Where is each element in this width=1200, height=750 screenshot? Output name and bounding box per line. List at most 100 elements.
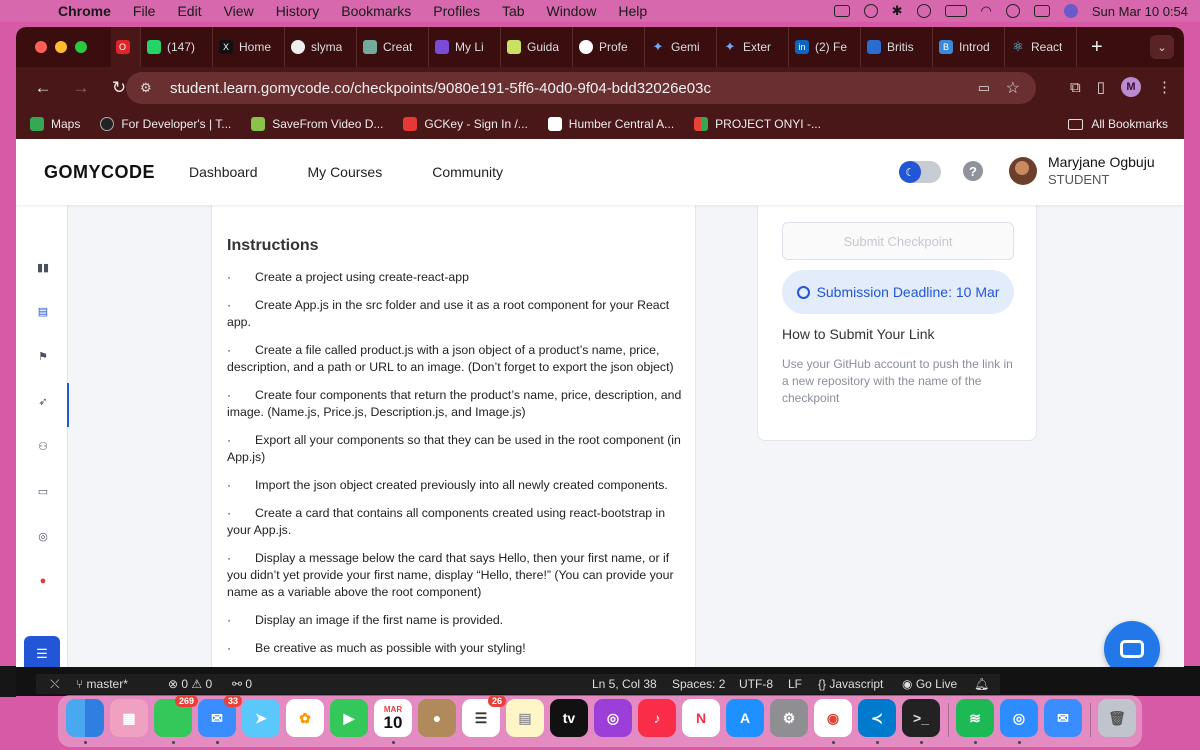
trash-icon[interactable]: 🗑︎ [1098,699,1136,737]
dark-mode-toggle[interactable]: ☾ [899,161,941,183]
tab-linkedin[interactable]: in (2) Fe [789,27,861,67]
facetime-icon[interactable]: ▶ [330,699,368,737]
avatar[interactable] [1009,157,1037,185]
tab-active[interactable]: O [111,27,141,67]
play-icon[interactable] [916,4,931,18]
tab-whatsapp[interactable]: (147) [141,27,213,67]
url-text[interactable]: student.learn.gomycode.co/checkpoints/90… [170,80,711,97]
menu-view[interactable]: View [224,3,254,19]
news-icon[interactable]: N [682,699,720,737]
menu-history[interactable]: History [276,3,320,19]
podcasts-icon[interactable]: ◎ [594,699,632,737]
mail-downloads-icon[interactable]: ✉ [1044,699,1082,737]
submit-checkpoint-button[interactable]: Submit Checkpoint [782,222,1014,260]
cursor-position[interactable]: Ln 5, Col 38 [592,677,657,691]
nav-my-courses[interactable]: My Courses [308,164,383,180]
mail-status-icon[interactable] [833,5,850,17]
extensions-icon[interactable]: ⧉ [1070,79,1081,96]
site-info-icon[interactable]: ⚙ [140,80,158,96]
bookmark-project-onyi[interactable]: PROJECT ONYI -... [694,117,821,131]
all-bookmarks[interactable]: All Bookmarks [1068,117,1168,131]
tab-guide[interactable]: Guida [501,27,573,67]
chat-support-button[interactable] [1104,621,1160,667]
vscode-icon[interactable]: ≺ [858,699,896,737]
apple-tv-icon[interactable]: tv [550,699,588,737]
tab-search-button[interactable]: ⌄ [1150,35,1174,59]
notes-icon[interactable]: ▤ [506,699,544,737]
tab-react[interactable]: ⚛ React [1005,27,1077,67]
new-tab-button[interactable]: + [1091,36,1103,59]
document-icon[interactable]: ▤ [37,305,49,318]
contacts-icon[interactable]: ● [418,699,456,737]
git-branch[interactable]: ⑂ master* [76,677,128,691]
grammarly-icon[interactable] [863,4,878,18]
wifi-icon[interactable]: ◠ [981,3,992,19]
nav-dashboard[interactable]: Dashboard [189,164,258,180]
menu-edit[interactable]: Edit [177,3,201,19]
tab-x[interactable]: X Home [213,27,285,67]
bluetooth-icon[interactable]: ✱ [892,3,903,19]
spotify-icon[interactable]: ≋ [956,699,994,737]
siri-icon[interactable] [1063,4,1078,18]
ports-indicator[interactable]: ⚯ 0 [232,677,252,691]
launchpad-icon[interactable]: ▦ [110,699,148,737]
zoom-search-icon[interactable]: ◎ [1000,699,1038,737]
terminal-icon[interactable]: >_ [902,699,940,737]
bookmark-gckey[interactable]: GCKey - Sign In /... [403,117,528,131]
bot-icon[interactable]: ● [37,575,49,587]
more-menu-icon[interactable]: ⋮ [1157,78,1172,96]
clock[interactable]: Sun Mar 10 0:54 [1092,4,1188,19]
zoom-window-button[interactable] [75,41,87,53]
bookmark-humber[interactable]: Humber Central A... [547,117,674,131]
tab-google[interactable]: Profe [573,27,645,67]
calendar-icon[interactable]: MAR 10 [374,699,412,737]
finder-icon[interactable] [66,699,104,737]
list-menu-button[interactable]: ☰ [24,636,60,667]
go-live-button[interactable]: ◉ Go Live [902,677,957,691]
menu-tab[interactable]: Tab [502,3,525,19]
menu-app-name[interactable]: Chrome [58,3,111,19]
back-icon[interactable]: ← [32,78,54,98]
gomycode-logo[interactable]: GOMYCODE [44,162,155,183]
address-bar[interactable]: ⚙ student.learn.gomycode.co/checkpoints/… [126,72,1036,104]
indentation[interactable]: Spaces: 2 [672,677,725,691]
install-app-icon[interactable]: ▭ [978,80,990,96]
menu-profiles[interactable]: Profiles [433,3,480,19]
music-icon[interactable]: ♪ [638,699,676,737]
menu-file[interactable]: File [133,3,156,19]
mail-icon[interactable]: ✉ 33 [198,695,242,737]
close-window-button[interactable] [35,41,47,53]
battery-icon[interactable] [944,5,967,17]
tab-chatgpt[interactable]: Creat [357,27,429,67]
rocket-icon[interactable]: ➶ [37,395,49,408]
menu-bookmarks[interactable]: Bookmarks [341,3,411,19]
compass-icon[interactable]: ◎ [37,530,49,543]
system-settings-icon[interactable]: ⚙ [770,699,808,737]
flag-icon[interactable]: ⚑ [37,350,49,363]
maps-app-icon[interactable]: ➤ [242,699,280,737]
tab-gemini-ext[interactable]: ✦ Exter [717,27,789,67]
tab-bootstrap[interactable]: B Introd [933,27,1005,67]
bookmark-star-icon[interactable]: ☆ [1006,78,1020,98]
encoding[interactable]: UTF-8 [739,677,773,691]
tab-github[interactable]: slyma [285,27,357,67]
minimize-window-button[interactable] [55,41,67,53]
apple-icon[interactable] [20,3,34,19]
messages-icon[interactable]: 269 [154,695,198,737]
line-ending[interactable]: LF [788,677,802,691]
photos-icon[interactable]: ✿ [286,699,324,737]
tab-british[interactable]: Britis [861,27,933,67]
reminders-icon[interactable]: ☰ 26 [462,695,506,737]
bookmark-maps[interactable]: Maps [30,117,80,131]
help-icon[interactable]: ? [963,161,983,181]
bookmark-savefrom[interactable]: SaveFrom Video D... [251,117,383,131]
menu-window[interactable]: Window [547,3,597,19]
users-icon[interactable]: ⚇ [37,440,49,453]
tab-gemini[interactable]: ✦ Gemi [645,27,717,67]
problems-indicator[interactable]: ⊗ 0 ⚠ 0 [168,677,212,691]
chrome-dock-icon[interactable]: ◉ [814,699,852,737]
profile-avatar[interactable]: M [1121,77,1141,97]
menu-help[interactable]: Help [618,3,647,19]
remote-icon[interactable]: ⤬ [50,677,60,692]
forward-icon[interactable]: → [70,78,92,98]
